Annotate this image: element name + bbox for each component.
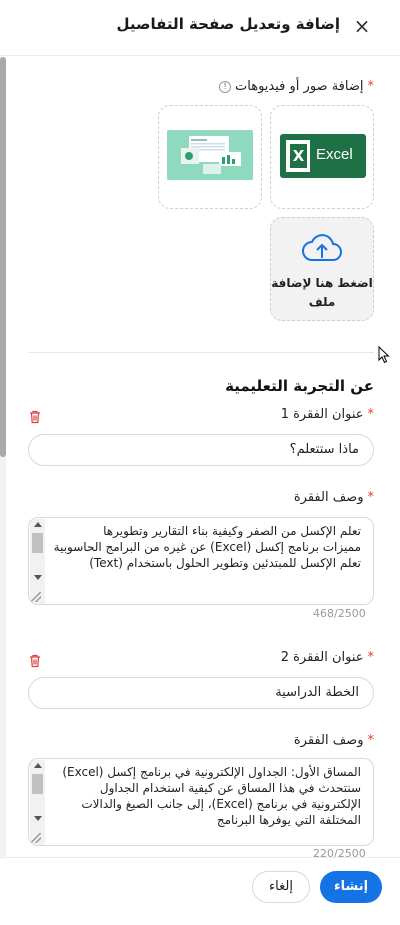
resize-handle-icon[interactable] <box>31 592 41 602</box>
required-mark: * <box>367 733 375 748</box>
required-mark: * <box>367 79 375 94</box>
paragraph-2-desc-label: وصف الفقرة <box>293 733 364 748</box>
paragraph-2-desc-textarea[interactable]: المساق الأول: الجداول الإلكترونية في برن… <box>28 758 374 846</box>
paragraph-1-title-label: عنوان الفقرة 1 <box>280 407 364 422</box>
excel-logo-text: Excel <box>316 146 353 163</box>
excel-x-icon: X <box>290 144 307 168</box>
learning-section-title: عن التجربة التعليمية <box>225 377 374 395</box>
delete-paragraph-2-trash-icon[interactable] <box>28 654 42 668</box>
scroll-down-arrow-icon[interactable] <box>34 575 42 580</box>
close-icon[interactable]: × <box>352 14 372 38</box>
required-mark: * <box>367 490 375 505</box>
paragraph-1-desc-label-row: *وصف الفقرة <box>294 490 374 505</box>
excel-logo-image: X Excel <box>280 134 366 178</box>
create-button[interactable]: إنشاء <box>320 871 382 903</box>
paragraph-1-desc-text[interactable]: تعلم الإكسل من الصفر وكيفية بناء التقاري… <box>51 523 361 571</box>
media-item-screenshot[interactable] <box>158 105 262 209</box>
modal-title: إضافة وتعديل صفحة التفاصيل <box>116 15 341 33</box>
paragraph-1-desc-textarea[interactable]: تعلم الإكسل من الصفر وكيفية بناء التقاري… <box>28 517 374 605</box>
paragraph-1-title-label-row: *عنوان الفقرة 1 <box>281 407 374 422</box>
mouse-cursor-icon <box>378 346 390 364</box>
paragraph-1-desc-label: وصف الفقرة <box>293 490 364 505</box>
delete-paragraph-1-trash-icon[interactable] <box>28 410 42 424</box>
required-mark: * <box>367 650 375 665</box>
textarea-1-scroll-thumb[interactable] <box>32 533 43 553</box>
paragraph-2-title-label-row: *عنوان الفقرة 2 <box>281 650 374 665</box>
paragraph-2-title-label: عنوان الفقرة 2 <box>280 650 364 665</box>
paragraph-1-char-counter: 468/2500 <box>313 607 366 620</box>
page-scrollbar-thumb[interactable] <box>0 57 6 457</box>
paragraph-2-title-input[interactable]: الخطة الدراسية <box>28 677 374 709</box>
cloud-upload-icon <box>302 234 342 261</box>
upload-file-button[interactable]: اضغط هنا لإضافة ملف <box>270 217 374 321</box>
page-scrollbar[interactable] <box>0 57 6 857</box>
modal-footer: إنشاء إلغاء <box>0 857 400 925</box>
scroll-up-arrow-icon[interactable] <box>34 763 42 768</box>
modal-header: إضافة وتعديل صفحة التفاصيل × <box>0 0 400 56</box>
required-mark: * <box>367 407 375 422</box>
section-divider <box>28 352 374 353</box>
media-item-excel-logo[interactable]: X Excel <box>270 105 374 209</box>
spreadsheet-thumbnail-graphic <box>167 130 253 180</box>
form-scroll-area[interactable]: *إضافة صور أو فيديوهات! X Excel اضغط هنا… <box>0 57 400 857</box>
media-label-row: *إضافة صور أو فيديوهات! <box>219 79 374 94</box>
spreadsheet-thumbnail-image <box>167 130 253 180</box>
paragraph-2-desc-label-row: *وصف الفقرة <box>294 733 374 748</box>
scroll-up-arrow-icon[interactable] <box>34 522 42 527</box>
media-label: إضافة صور أو فيديوهات <box>235 79 364 94</box>
paragraph-2-desc-text[interactable]: المساق الأول: الجداول الإلكترونية في برن… <box>51 764 361 828</box>
scroll-down-arrow-icon[interactable] <box>34 816 42 821</box>
textarea-2-scroll-thumb[interactable] <box>32 774 43 794</box>
resize-handle-icon[interactable] <box>31 833 41 843</box>
paragraph-2-char-counter: 220/2500 <box>313 847 366 857</box>
info-icon[interactable]: ! <box>219 80 232 93</box>
excel-sheet-icon: X <box>286 140 310 172</box>
upload-label: اضغط هنا لإضافة ملف <box>271 276 373 309</box>
cancel-button[interactable]: إلغاء <box>252 871 310 903</box>
paragraph-1-title-input[interactable]: ماذا ستتعلم؟ <box>28 434 374 466</box>
